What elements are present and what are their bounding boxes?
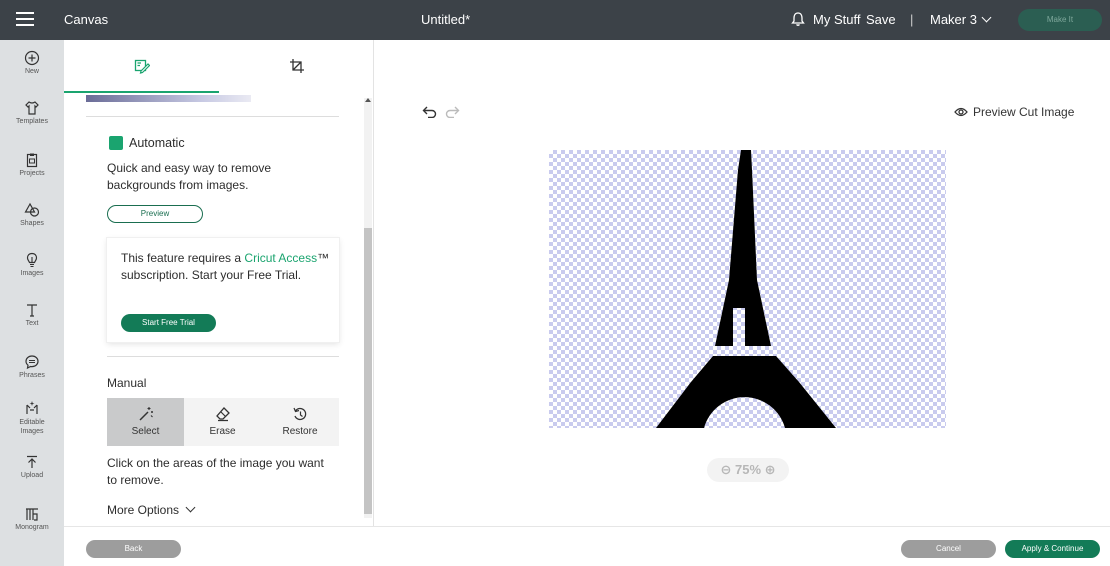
scroll-thumb[interactable] — [364, 228, 372, 514]
zoom-control[interactable]: ⊖ 75% ⊕ — [707, 458, 789, 482]
text-icon — [27, 304, 37, 317]
preview-cut-label: Preview Cut Image — [973, 105, 1075, 119]
more-options-toggle[interactable]: More Options — [107, 502, 196, 517]
automatic-icon — [109, 136, 123, 150]
rail-item-editable-images[interactable]: Editable Images — [0, 400, 64, 436]
tab-edit[interactable] — [64, 40, 219, 94]
start-free-trial-button[interactable]: Start Free Trial — [121, 314, 216, 332]
rail-item-phrases[interactable]: Phrases — [0, 354, 64, 379]
edit-image-icon — [134, 59, 150, 74]
image-canvas: Preview Cut Image ⊖ 75% ⊕ — [374, 40, 1110, 526]
hamburger-icon[interactable] — [16, 12, 34, 26]
bottom-bar: Back Cancel Apply & Continue — [64, 526, 1110, 566]
rail-item-projects[interactable]: Projects — [0, 152, 64, 177]
divider — [107, 356, 339, 357]
monogram-icon — [26, 508, 38, 521]
panel-tabs — [64, 40, 373, 94]
rail-label: Upload — [20, 472, 44, 479]
preview-cut-image-toggle[interactable]: Preview Cut Image — [954, 105, 1074, 119]
manual-description: Click on the areas of the image you want… — [107, 456, 324, 487]
select-tool[interactable]: Select — [107, 398, 184, 446]
rail-label: Phrases — [19, 372, 45, 379]
left-rail: New Templates Projects Shapes Images Tex… — [0, 40, 64, 566]
zoom-level: 75% — [734, 462, 762, 477]
section-title: Canvas — [64, 12, 109, 27]
rail-item-new[interactable]: New — [0, 50, 64, 75]
chevron-down-icon — [981, 12, 992, 23]
restore-icon — [293, 407, 307, 421]
apply-continue-button[interactable]: Apply & Continue — [1005, 540, 1100, 558]
automatic-title: Automatic — [129, 136, 185, 150]
rail-label: Editable Images — [19, 419, 45, 435]
machine-selector[interactable]: Maker 3 — [930, 12, 992, 27]
image-thumbnail-strip — [86, 95, 251, 102]
top-bar: Canvas Untitled* My Stuff Save | Maker 3… — [0, 0, 1110, 40]
rail-item-images[interactable]: Images — [0, 252, 64, 277]
back-button[interactable]: Back — [86, 540, 181, 558]
plus-circle-icon — [24, 50, 40, 66]
more-options-label: More Options — [107, 503, 180, 517]
divider — [86, 116, 339, 117]
eiffel-tower-image — [656, 150, 836, 428]
promo-text-before: This feature requires a — [121, 251, 245, 265]
tool-label: Select — [131, 426, 160, 437]
rail-label: Images — [20, 270, 44, 277]
manual-title: Manual — [107, 376, 147, 390]
chevron-down-icon — [185, 502, 196, 513]
panel-scrollbar[interactable] — [364, 98, 372, 518]
magic-wand-icon — [138, 407, 153, 421]
undo-icon[interactable] — [422, 106, 438, 118]
rail-label: Templates — [16, 118, 48, 125]
rail-item-shapes[interactable]: Shapes — [0, 202, 64, 227]
promo-text: This feature requires a Cricut Access™ s… — [121, 250, 331, 284]
sparkle-edit-icon — [26, 401, 38, 414]
preview-button[interactable]: Preview — [107, 205, 203, 223]
image-preview[interactable] — [549, 150, 946, 428]
automatic-description: Quick and easy way to remove backgrounds… — [107, 161, 272, 192]
rail-item-monogram[interactable]: Monogram — [0, 506, 64, 531]
rail-item-text[interactable]: Text — [0, 302, 64, 327]
document-title[interactable]: Untitled* — [421, 12, 470, 27]
eraser-icon — [215, 407, 230, 422]
restore-tool[interactable]: Restore — [261, 398, 339, 446]
redo-icon[interactable] — [444, 106, 460, 118]
crop-icon — [290, 59, 304, 73]
shirt-icon — [25, 101, 39, 115]
tool-label: Erase — [209, 426, 236, 437]
background-remover-panel: Automatic Quick and easy way to remove b… — [64, 40, 374, 526]
eye-icon — [954, 107, 968, 117]
rail-label: New — [24, 68, 39, 75]
lightbulb-icon — [26, 252, 38, 268]
cricut-access-link[interactable]: Cricut Access — [244, 251, 317, 265]
rail-label: Text — [25, 320, 39, 327]
rail-item-templates[interactable]: Templates — [0, 100, 64, 125]
rail-label: Projects — [19, 170, 45, 177]
machine-name: Maker 3 — [930, 12, 977, 27]
rail-label: Shapes — [20, 220, 44, 227]
clipboard-icon — [26, 153, 38, 168]
tab-crop[interactable] — [219, 40, 373, 94]
make-it-button[interactable]: Make It — [1018, 9, 1102, 31]
upload-icon — [27, 455, 37, 468]
speech-bubble-icon — [25, 355, 39, 370]
rail-label: Monogram — [15, 524, 49, 531]
manual-tools: Select Erase Restore — [107, 398, 339, 446]
my-stuff-link[interactable]: My Stuff — [813, 12, 860, 27]
cancel-button[interactable]: Cancel — [901, 540, 996, 558]
shapes-icon — [24, 202, 40, 217]
save-button[interactable]: Save — [866, 12, 896, 27]
access-promo-card: This feature requires a Cricut Access™ s… — [107, 238, 339, 342]
bell-icon[interactable] — [790, 11, 806, 27]
scroll-up-arrow-icon[interactable] — [365, 98, 371, 102]
tool-label: Restore — [282, 426, 318, 437]
erase-tool[interactable]: Erase — [184, 398, 261, 446]
topbar-separator: | — [910, 12, 914, 27]
rail-item-upload[interactable]: Upload — [0, 454, 64, 479]
active-tab-indicator — [64, 91, 219, 93]
